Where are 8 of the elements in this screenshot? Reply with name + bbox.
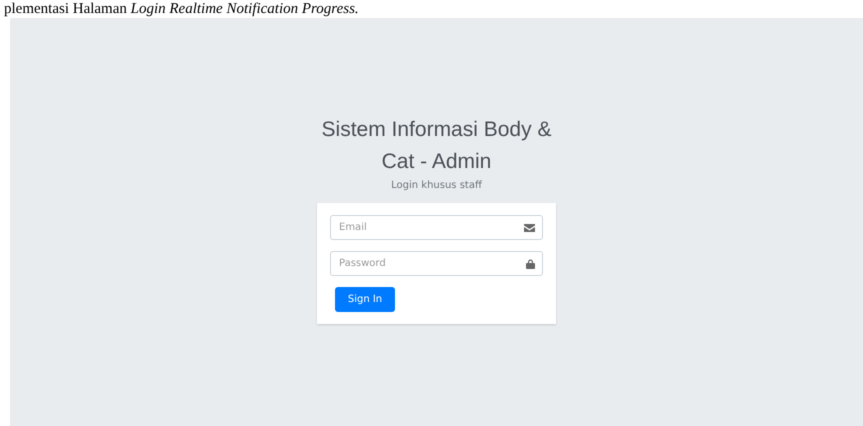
login-subtitle: Login khusus staff [391, 180, 482, 191]
lock-icon [526, 258, 535, 268]
password-field[interactable]: Password [330, 251, 543, 276]
sign-in-button[interactable]: Sign In [335, 287, 395, 312]
envelope-icon [524, 224, 535, 232]
document-caption: plementasi Halaman Login Realtime Notification Progress. [3, 0, 360, 18]
email-field[interactable]: Email [330, 215, 543, 240]
app-title: Sistem Informasi Body & Cat - Admin [320, 117, 552, 175]
